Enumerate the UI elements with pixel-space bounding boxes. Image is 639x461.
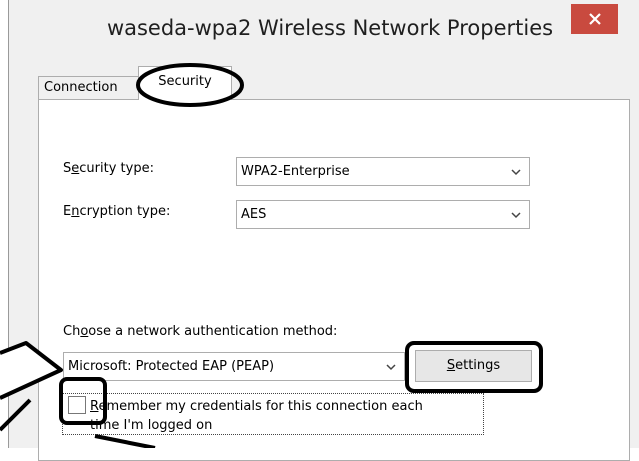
- callout-pointer: [0, 341, 63, 400]
- checkbox-highlight: [59, 377, 107, 425]
- annotation-overlay: [0, 63, 543, 448]
- security-tab-highlight: [136, 63, 244, 107]
- settings-highlight: [405, 341, 543, 393]
